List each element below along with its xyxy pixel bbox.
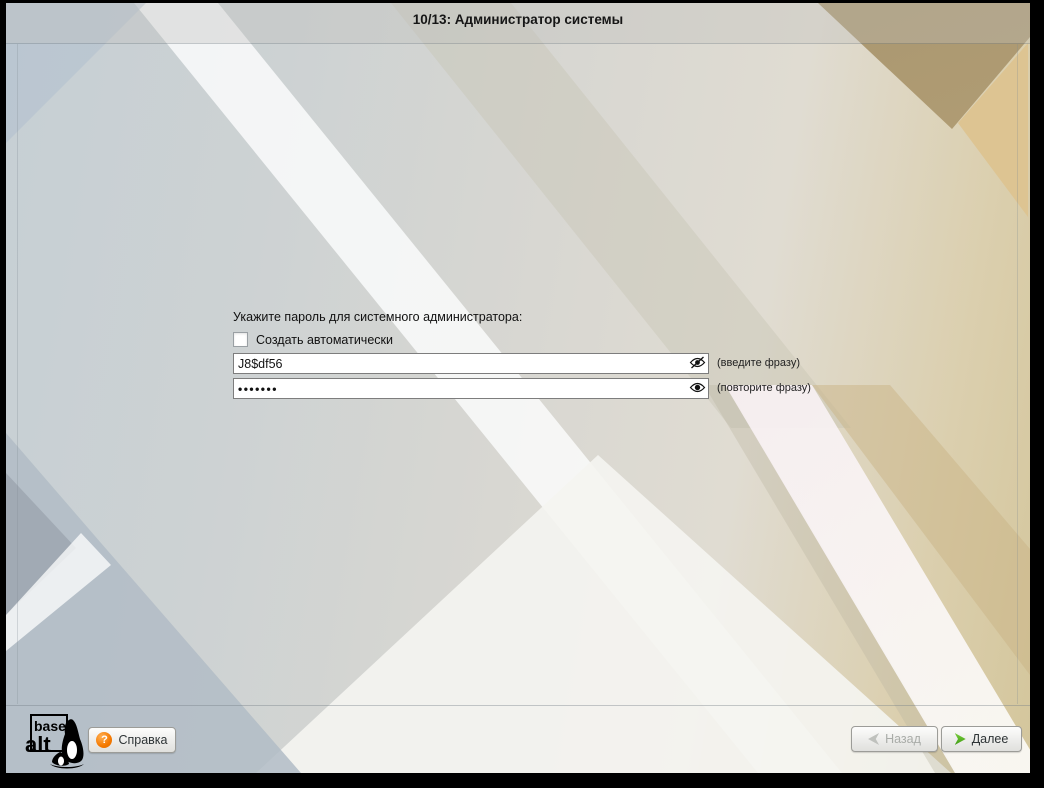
auto-generate-checkbox-label[interactable]: Создать автоматически	[256, 333, 393, 347]
password-visibility-toggle[interactable]	[689, 356, 706, 371]
password-field-wrapper	[233, 353, 709, 374]
footer-divider	[6, 705, 1030, 706]
password-repeat-visibility-toggle[interactable]	[689, 381, 706, 396]
password-repeat-hint-label: (повторите фразу)	[717, 382, 811, 394]
content-frame-outline	[17, 44, 1018, 704]
back-arrow-icon	[868, 733, 879, 745]
password-input[interactable]	[233, 353, 709, 374]
next-arrow-icon	[955, 733, 966, 745]
help-button[interactable]: ? Справка	[88, 727, 176, 753]
password-repeat-field-wrapper	[233, 378, 709, 399]
header-divider	[6, 43, 1030, 44]
eye-icon	[689, 381, 706, 397]
next-button[interactable]: Далее	[941, 726, 1022, 752]
back-button-label: Назад	[885, 732, 921, 746]
svg-text:alt: alt	[25, 732, 51, 757]
back-button[interactable]: Назад	[851, 726, 938, 752]
help-question-icon: ?	[96, 732, 112, 748]
password-hint-label: (введите фразу)	[717, 357, 800, 369]
installer-screen: 10/13: Администратор системы Укажите пар…	[6, 3, 1030, 773]
next-button-label: Далее	[972, 732, 1009, 746]
password-repeat-input[interactable]	[233, 378, 709, 399]
basealt-logo: base alt	[22, 712, 92, 772]
password-instruction-label: Укажите пароль для системного администра…	[233, 310, 522, 324]
auto-generate-checkbox[interactable]	[233, 332, 248, 347]
help-button-label: Справка	[118, 733, 167, 747]
page-title: 10/13: Администратор системы	[6, 12, 1030, 27]
eye-slash-icon	[689, 356, 706, 372]
